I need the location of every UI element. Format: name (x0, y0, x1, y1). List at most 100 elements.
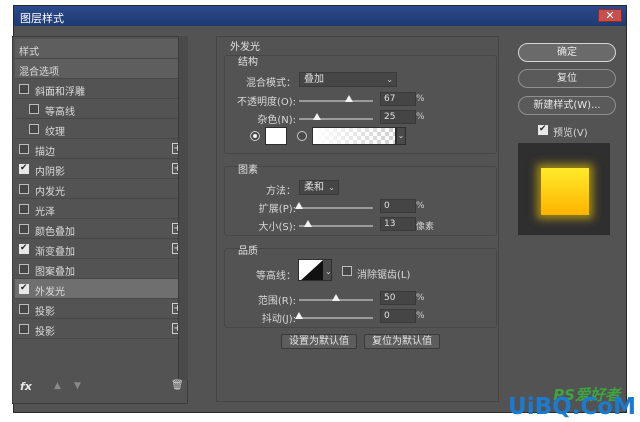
style-item-label: 描边 (35, 147, 55, 158)
styles-list: 样式 混合选项 斜面和浮雕等高线纹理描边+内阴影+ 内发光光泽颜色叠加+渐变叠加+… (12, 36, 188, 404)
noise-unit: % (416, 112, 425, 122)
size-input[interactable]: 13 (380, 217, 416, 231)
spread-slider-handle[interactable] (295, 202, 303, 209)
style-item-label: 内阴影 (35, 167, 65, 178)
style-list-item[interactable]: 斜面和浮雕 (15, 79, 187, 99)
blend-options-label: 混合选项 (19, 67, 59, 78)
noise-slider-handle[interactable] (313, 113, 321, 120)
style-list-item[interactable]: 光泽 (15, 199, 187, 219)
reset-default-button[interactable]: 复位为默认值 (364, 334, 440, 349)
move-up-icon[interactable]: ▲ (54, 381, 61, 391)
styles-header-label: 样式 (19, 47, 39, 58)
size-label: 大小(S): (258, 222, 296, 233)
style-list-item[interactable]: 图案叠加 (15, 259, 187, 279)
style-list-item[interactable]: 投影+ (15, 319, 187, 339)
quality-title: 品质 (238, 246, 258, 257)
move-down-icon[interactable]: ▼ (74, 381, 81, 391)
gradient-radio[interactable] (297, 131, 307, 141)
style-item-label: 光泽 (35, 207, 55, 218)
opacity-label: 不透明度(O): (236, 97, 296, 108)
style-item-label: 内发光 (35, 187, 65, 198)
antialias-checkbox[interactable] (342, 266, 352, 276)
linear-contour-icon: ⌄ (299, 260, 332, 280)
method-value: 柔和 (304, 182, 324, 193)
style-checkbox[interactable] (29, 124, 39, 134)
style-checkbox[interactable] (19, 224, 29, 234)
contour-label: 等高线： (256, 271, 296, 282)
gradient-dropdown-chevron-icon[interactable]: ⌄ (396, 127, 406, 145)
style-list-item[interactable]: 描边+ (15, 139, 187, 159)
noise-input[interactable]: 25 (380, 110, 416, 124)
style-item-label: 纹理 (45, 127, 65, 138)
style-checkbox[interactable] (19, 163, 29, 174)
ok-button[interactable]: 确定 (518, 43, 616, 62)
opacity-slider[interactable] (299, 100, 373, 102)
style-checkbox[interactable] (19, 264, 29, 274)
range-label: 范围(R): (257, 296, 296, 307)
style-list-item[interactable]: 外发光 (15, 279, 187, 299)
contour-picker[interactable]: ⌄ (298, 259, 332, 281)
style-item-label: 投影 (35, 327, 55, 338)
styles-header[interactable]: 样式 (15, 39, 187, 59)
new-style-button[interactable]: 新建样式(W)... (518, 96, 616, 115)
glow-color-swatch[interactable] (265, 127, 287, 145)
style-item-label: 斜面和浮雕 (35, 87, 85, 98)
style-checkbox[interactable] (19, 304, 29, 314)
style-list-item[interactable]: 内发光 (15, 179, 187, 199)
watermark-domain: UiBQ.CoM (508, 394, 636, 420)
style-list-item[interactable]: 投影+ (15, 299, 187, 319)
blend-options-item[interactable]: 混合选项 (15, 59, 187, 79)
opacity-input[interactable]: 67 (380, 92, 416, 106)
title-bar: 图层样式 ✕ (14, 6, 626, 26)
styles-scrollbar[interactable] (178, 36, 188, 380)
style-list-item[interactable]: 纹理 (15, 119, 187, 139)
range-slider-handle[interactable] (332, 294, 340, 301)
jitter-unit: % (416, 311, 425, 321)
glow-gradient-swatch[interactable] (312, 127, 396, 145)
style-item-label: 图案叠加 (35, 267, 75, 278)
style-checkbox[interactable] (19, 243, 29, 254)
style-checkbox[interactable] (19, 283, 29, 294)
jitter-label: 抖动(J): (261, 314, 296, 325)
style-checkbox[interactable] (19, 324, 29, 334)
make-default-button[interactable]: 设置为默认值 (281, 334, 357, 349)
solid-color-radio[interactable] (250, 131, 260, 141)
style-item-label: 渐变叠加 (35, 247, 75, 258)
reset-button[interactable]: 复位 (518, 69, 616, 88)
style-checkbox[interactable] (29, 104, 39, 114)
preview-checkbox[interactable] (538, 124, 548, 135)
effect-title: 外发光 (230, 42, 260, 53)
blend-mode-select[interactable]: 叠加 ⌄ (299, 72, 397, 87)
method-select[interactable]: 柔和 ⌄ (299, 180, 339, 195)
style-item-label: 外发光 (35, 287, 65, 298)
jitter-slider-handle[interactable] (295, 312, 303, 319)
svg-text:⌄: ⌄ (325, 267, 332, 276)
spread-input[interactable]: 0 (380, 199, 416, 213)
style-checkbox[interactable] (19, 144, 29, 154)
jitter-slider[interactable] (299, 317, 373, 319)
style-list-item[interactable]: 渐变叠加+ (15, 239, 187, 259)
noise-slider[interactable] (299, 118, 373, 120)
method-label: 方法： (266, 186, 296, 197)
jitter-input[interactable]: 0 (380, 309, 416, 323)
size-unit: 像素 (416, 222, 435, 232)
style-checkbox[interactable] (19, 204, 29, 214)
style-list-item[interactable]: 等高线 (15, 99, 187, 119)
size-slider-handle[interactable] (304, 220, 312, 227)
close-icon[interactable]: ✕ (598, 9, 622, 22)
blend-mode-label: 混合模式： (246, 78, 296, 89)
range-input[interactable]: 50 (380, 291, 416, 305)
opacity-slider-handle[interactable] (345, 95, 353, 102)
preview-label: 预览(V) (553, 128, 588, 139)
style-item-label: 等高线 (45, 107, 75, 118)
trash-icon[interactable]: 🗑 (171, 380, 184, 391)
style-checkbox[interactable] (19, 184, 29, 194)
style-list-item[interactable]: 颜色叠加+ (15, 219, 187, 239)
fx-icon[interactable]: fx (20, 380, 32, 393)
preview-swatch (541, 168, 589, 215)
opacity-unit: % (416, 94, 425, 104)
spread-slider[interactable] (299, 207, 373, 209)
style-checkbox[interactable] (19, 84, 29, 94)
style-list-item[interactable]: 内阴影+ (15, 159, 187, 179)
style-item-label: 投影 (35, 307, 55, 318)
